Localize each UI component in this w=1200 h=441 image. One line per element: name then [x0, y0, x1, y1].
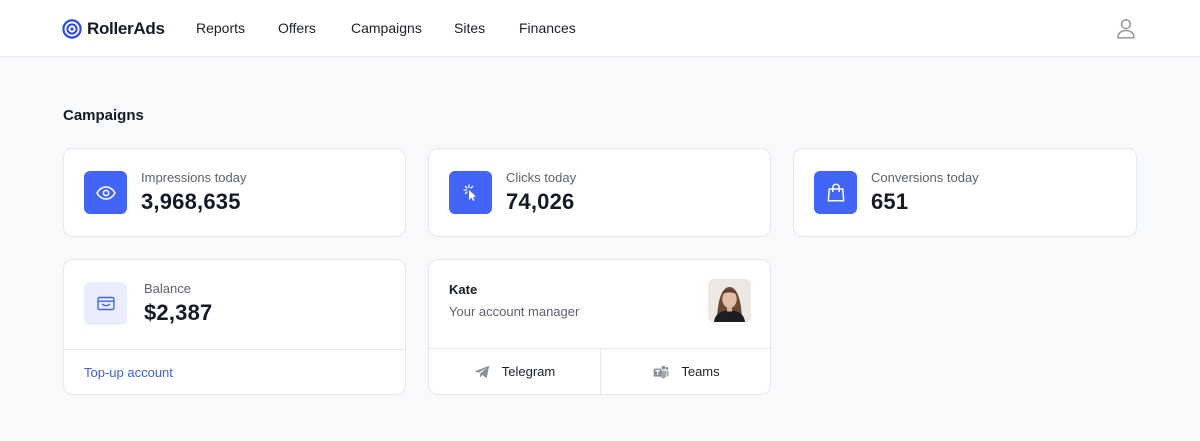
top-navigation-bar: RollerAds Reports Offers Campaigns Sites…	[0, 0, 1200, 57]
impressions-label: Impressions today	[141, 170, 247, 185]
clicks-value: 74,026	[506, 189, 575, 214]
balance-card: Balance $2,387 Top-up account	[63, 259, 406, 395]
eye-icon	[84, 171, 127, 214]
balance-label: Balance	[144, 281, 191, 296]
clicks-label: Clicks today	[506, 170, 577, 185]
page-title: Campaigns	[63, 107, 144, 124]
wallet-icon	[84, 282, 127, 325]
nav-item-reports[interactable]: Reports	[196, 20, 245, 36]
account-manager-card: Kate Your account manager Telegram Teams	[428, 259, 771, 395]
manager-role: Your account manager	[449, 304, 580, 319]
telegram-button[interactable]: Telegram	[429, 349, 600, 394]
conversions-card: Conversions today 651	[793, 148, 1137, 237]
conversions-label: Conversions today	[871, 170, 979, 185]
nav-item-finances[interactable]: Finances	[519, 20, 576, 36]
telegram-label: Telegram	[501, 364, 556, 379]
impressions-value: 3,968,635	[141, 189, 241, 214]
clicks-card: Clicks today 74,026	[428, 148, 771, 237]
manager-avatar	[708, 279, 751, 322]
teams-button[interactable]: Teams	[601, 349, 772, 394]
manager-name: Kate	[449, 282, 478, 297]
impressions-card: Impressions today 3,968,635	[63, 148, 406, 237]
conversions-value: 651	[871, 189, 909, 214]
nav-item-sites[interactable]: Sites	[454, 20, 485, 36]
top-up-account-link[interactable]: Top-up account	[84, 365, 173, 380]
nav-item-offers[interactable]: Offers	[278, 20, 316, 36]
user-profile-icon[interactable]	[1116, 18, 1136, 39]
balance-value: $2,387	[144, 300, 213, 325]
brand-name: RollerAds	[87, 18, 165, 38]
shopping-bag-icon	[814, 171, 857, 214]
teams-label: Teams	[681, 364, 720, 379]
brand-logo[interactable]: RollerAds	[62, 17, 165, 40]
cursor-click-icon	[449, 171, 492, 214]
balance-divider	[64, 349, 405, 350]
nav-item-campaigns[interactable]: Campaigns	[351, 20, 422, 36]
rollerads-logo-icon	[62, 18, 82, 39]
telegram-icon	[474, 365, 489, 378]
teams-icon	[653, 365, 669, 378]
